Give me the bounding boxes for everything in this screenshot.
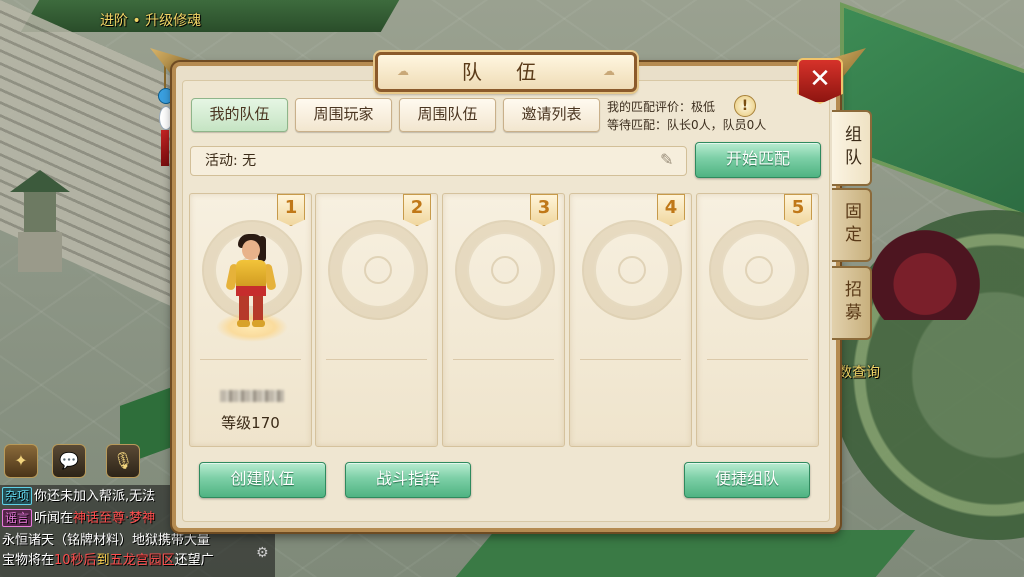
create-team-button[interactable]: 创建队伍 [199,462,326,498]
slot-emblem-icon [328,220,428,320]
emoji-icon[interactable]: 💬 [52,444,86,478]
chat-settings-gear-icon[interactable]: ⚙ [256,545,272,561]
team-slot-3[interactable]: 3 [442,193,565,447]
tab-nearby-players[interactable]: 周围玩家 [295,98,392,132]
panel-title: 队 伍 [461,60,551,84]
slot-number-badge: 2 [403,194,431,226]
team-slot-2[interactable]: 2 [315,193,438,447]
slot-number-badge: 1 [277,194,305,226]
chat-text: 你还未加入帮派,无法 [34,489,156,504]
team-slot-4[interactable]: 4 [569,193,692,447]
tab-nearby-teams[interactable]: 周围队伍 [399,98,496,132]
slot-number-badge: 4 [657,194,685,226]
pendant-ornament-icon [158,60,174,170]
slot-divider [580,359,681,360]
channel-icon[interactable]: ✦ [4,444,38,478]
quest-tracker-text[interactable]: 进阶 • 升级修魂 [100,10,201,30]
activity-selector[interactable]: 活动: 无 ✎ [190,146,687,176]
chat-tag: 杂项 [2,487,33,505]
cloud-ornament-icon: ☁ [603,64,615,78]
world-stone-lantern [10,155,70,275]
side-tab-fixed[interactable]: 固定 [832,188,872,262]
slot-divider [326,359,427,360]
slot-number-badge: 5 [784,194,812,226]
battle-command-button[interactable]: 战斗指挥 [345,462,471,498]
start-match-button[interactable]: 开始匹配 [695,142,821,178]
world-green-strip [444,530,916,577]
activity-text: 活动: 无 [205,153,257,169]
chat-tag: 谣言 [2,509,33,527]
chat-line: 永恒诸天（铭牌材料）地狱携带大量 [2,531,274,551]
slot-divider [200,359,301,360]
cloud-ornament-icon: ☁ [397,64,409,78]
team-slot-1[interactable]: 等级170 1 [189,193,312,447]
slot-emblem-icon [582,220,682,320]
member-character-avatar[interactable] [216,234,288,344]
side-tab-team[interactable]: 组队 [832,110,872,186]
world-red-plant [870,230,980,320]
quick-team-button[interactable]: 便捷组队 [684,462,810,498]
tab-invite-list[interactable]: 邀请列表 [503,98,600,132]
chat-text: 到 [96,553,110,568]
chat-text: 听闻在 [34,511,74,526]
panel-title-plate: ☁ 队 伍 ☁ [375,52,637,92]
chat-toolbar: ✦ 💬 🎙 [0,444,150,484]
slot-emblem-icon [455,220,555,320]
chat-highlight[interactable]: 神话至尊·梦神 [73,511,155,526]
voice-icon[interactable]: 🎙 [106,444,140,478]
slot-divider [707,359,808,360]
match-waiting-text: 等待匹配：队长0人，队员0人 [607,118,767,132]
chat-highlight[interactable]: 五龙宫园区 [110,553,175,568]
member-name-redacted [220,390,284,402]
chat-text: 宝物将在 [2,553,55,568]
info-icon[interactable]: ! [734,95,756,117]
close-icon: ✕ [809,64,831,94]
slot-number-badge: 3 [530,194,558,226]
chat-text: 还望广 [174,553,214,568]
tab-my-team[interactable]: 我的队伍 [191,98,288,132]
slot-emblem-icon [709,220,809,320]
world-wall [20,0,400,32]
chat-text: 永恒诸天（铭牌材料）地狱携带大量 [2,533,211,548]
team-slot-5[interactable]: 5 [696,193,819,447]
pencil-edit-icon[interactable]: ✎ [660,151,676,169]
chat-line: 宝物将在10秒后到五龙宫园区还望广 [2,551,274,571]
chat-highlight: 10秒后 [54,553,97,568]
member-level: 等级170 [221,414,280,432]
side-tab-recruit[interactable]: 招募 [832,266,872,340]
world-npc-label[interactable]: 数查询 [838,362,880,382]
slot-divider [453,359,554,360]
